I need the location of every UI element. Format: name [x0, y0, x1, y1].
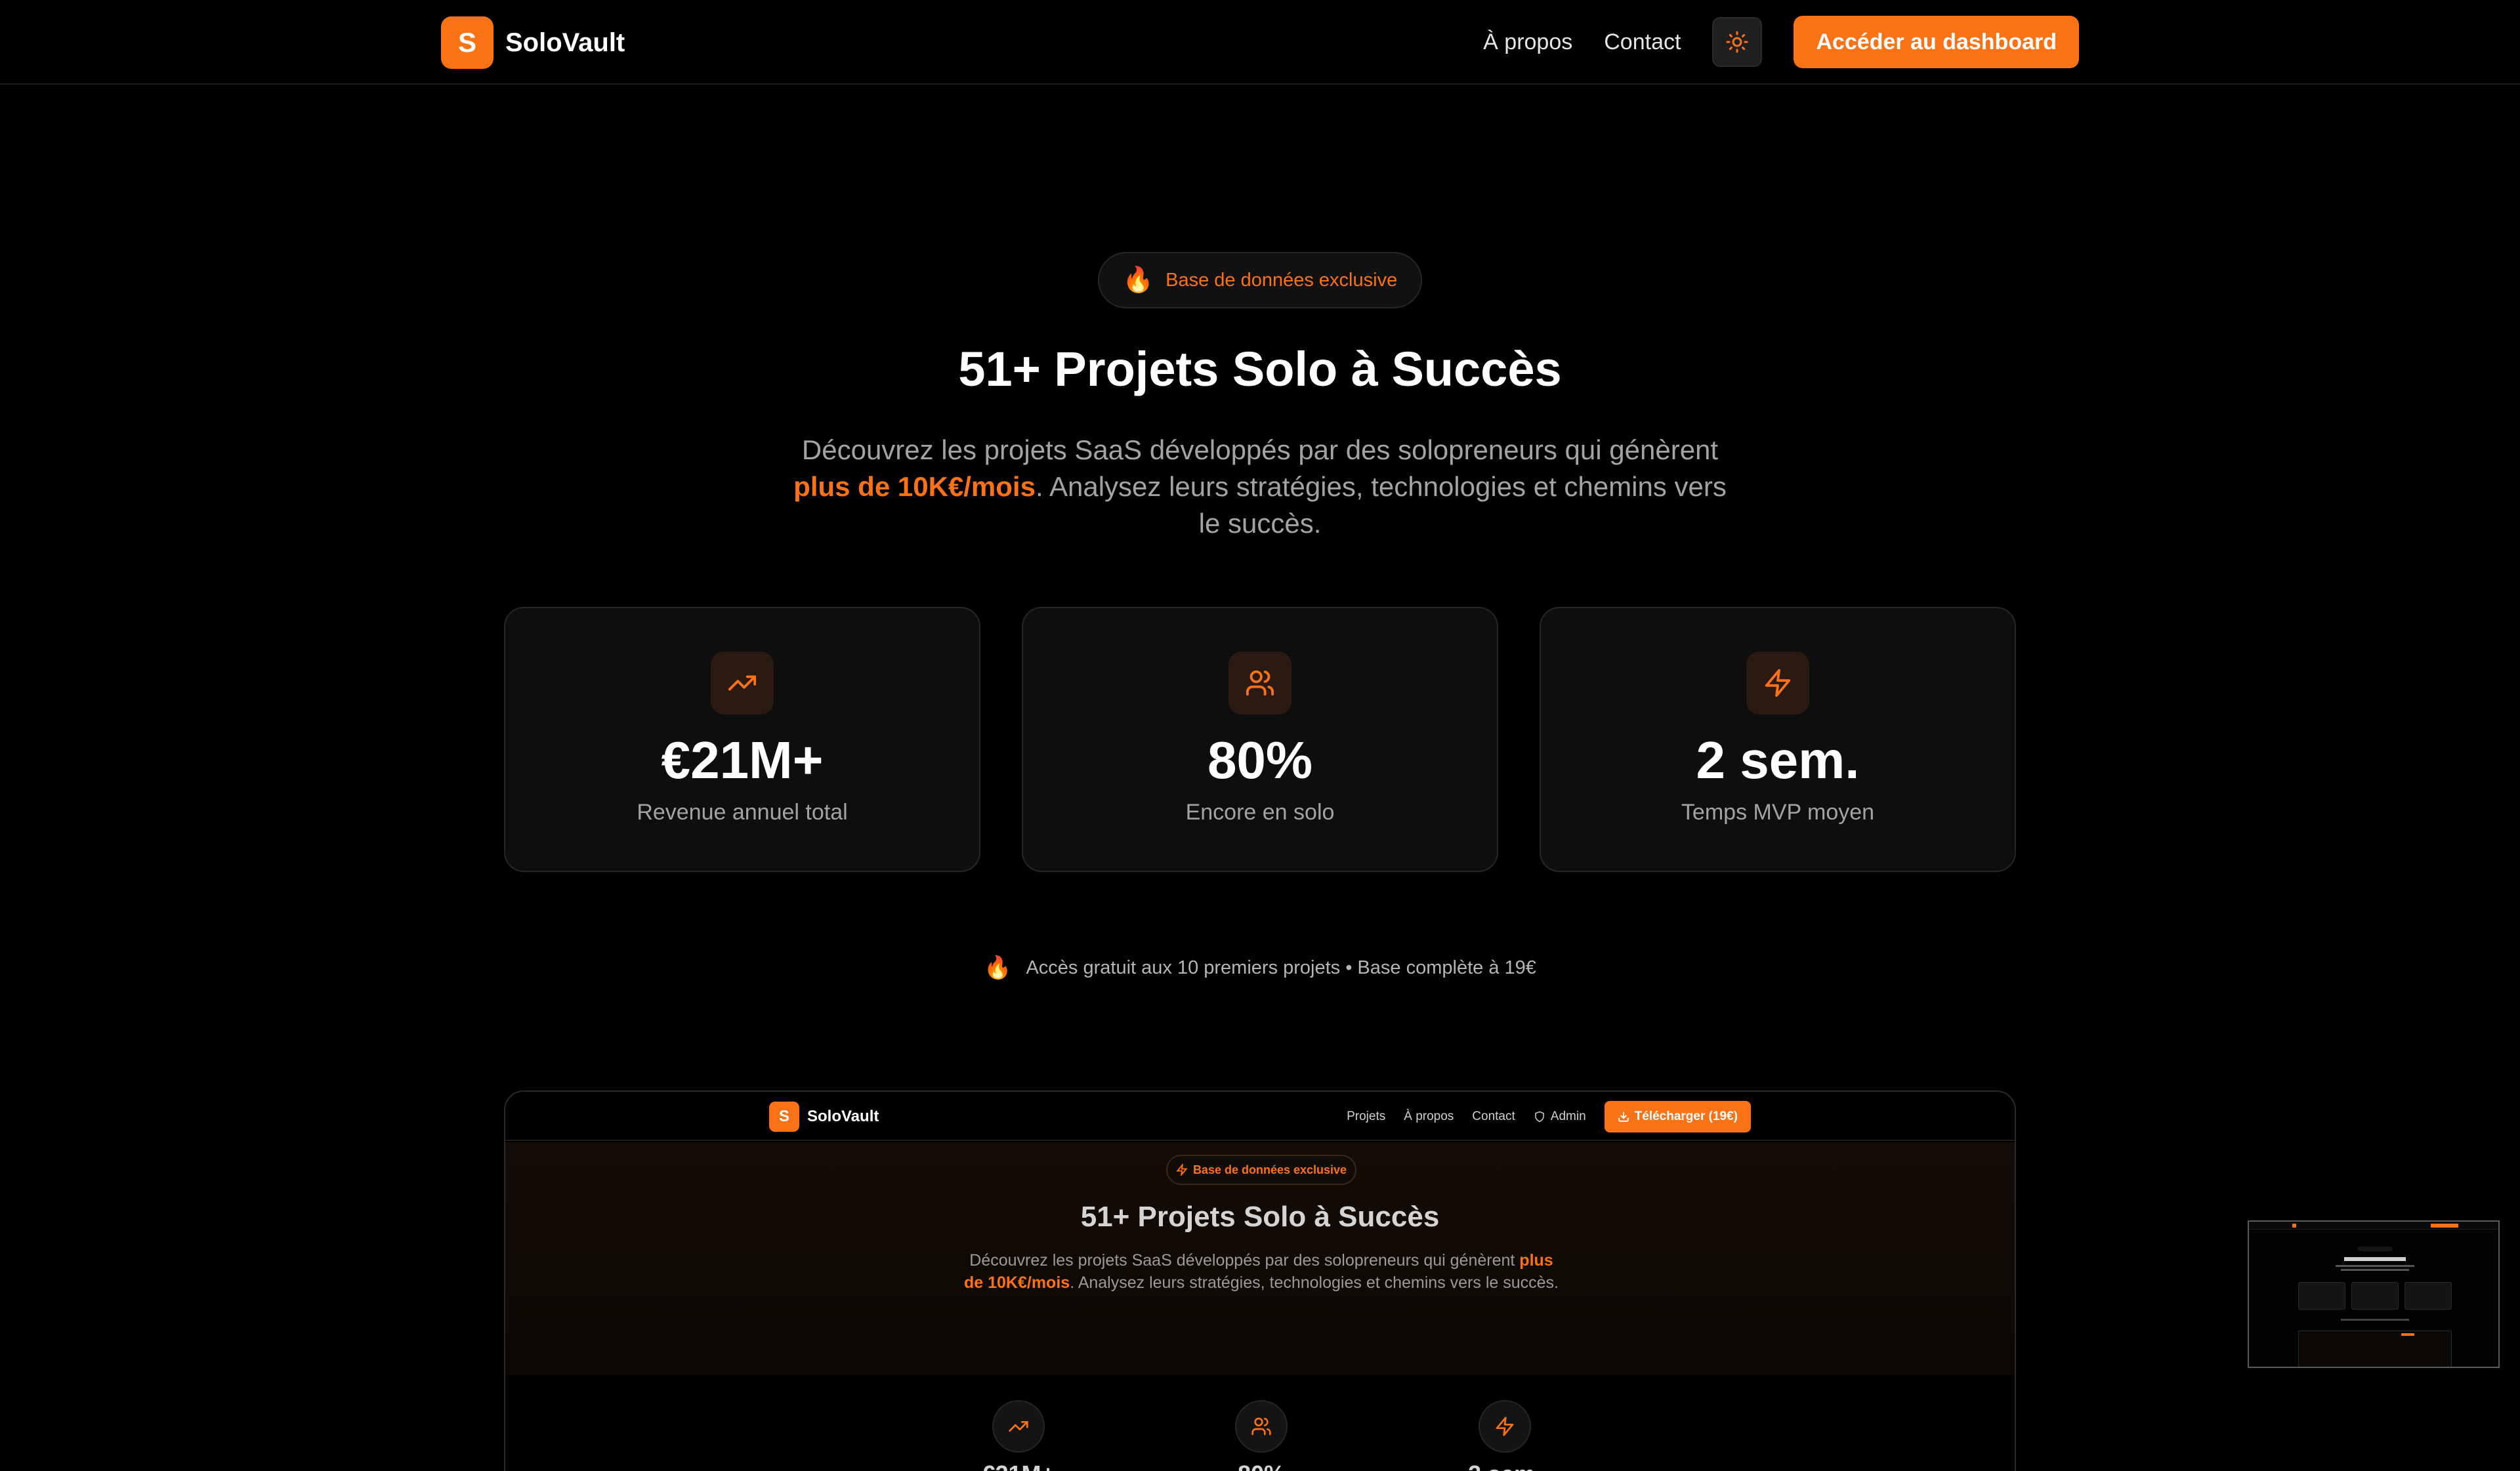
preview-link-projects: Projets [1347, 1109, 1386, 1123]
preview-zap-icon [1479, 1400, 1531, 1453]
stat-value: €21M+ [661, 731, 824, 789]
fire-icon: 🔥 [1122, 266, 1154, 294]
stat-value: 80% [1207, 731, 1313, 789]
exclusive-badge: 🔥 Base de données exclusive [1098, 252, 1422, 308]
preview-admin-label: Admin [1550, 1109, 1586, 1123]
shield-icon [1535, 1111, 1544, 1123]
minimap-card [2351, 1282, 2399, 1310]
preview-subtitle-part: Découvrez les projets SaaS développés pa… [969, 1251, 1520, 1270]
zap-icon [1176, 1164, 1188, 1176]
minimap-cta [2431, 1224, 2458, 1228]
brand-name: SoloVault [505, 28, 625, 57]
preview-link-about: À propos [1404, 1109, 1454, 1123]
download-icon [1618, 1111, 1629, 1122]
preview-brand-name: SoloVault [807, 1108, 879, 1125]
fire-icon: 🔥 [984, 955, 1012, 980]
stats-row: €21M+ Revenue annuel total 80% Encore en… [504, 607, 2016, 872]
minimap-preview-cta [2401, 1333, 2414, 1336]
minimap-subtitle [2341, 1269, 2409, 1271]
preview-stat-value: 80% [1196, 1461, 1327, 1471]
top-nav: S SoloVault À propos Contact Accéder au … [0, 0, 2520, 85]
brand[interactable]: S SoloVault [441, 16, 625, 69]
minimap-logo [2292, 1224, 2296, 1228]
preview-cta-label: Télécharger (19€) [1634, 1109, 1738, 1123]
notice-text: Accès gratuit aux 10 premiers projets • … [1026, 957, 1536, 978]
minimap-nav [2249, 1222, 2498, 1230]
preview-brand: S SoloVault [769, 1102, 879, 1132]
stat-value: 2 sem. [1696, 731, 1860, 789]
hero-title: 51+ Projets Solo à Succès [958, 342, 1562, 396]
nav-link-about[interactable]: À propos [1483, 30, 1572, 55]
preview-link-admin: Admin [1534, 1109, 1586, 1124]
brand-logo: S [441, 16, 494, 69]
hero-subtitle-highlight: plus de 10K€/mois [793, 471, 1036, 502]
sun-icon [1726, 31, 1748, 53]
hero-subtitle: Découvrez les projets SaaS développés pa… [781, 432, 1739, 542]
preview-title: 51+ Projets Solo à Succès [1080, 1201, 1440, 1233]
preview-nav: S SoloVault Projets À propos Contact Adm… [505, 1092, 2015, 1141]
preview-logo: S [769, 1102, 799, 1132]
zap-icon [1746, 652, 1809, 715]
page-minimap[interactable] [2248, 1220, 2500, 1368]
stat-label: Temps MVP moyen [1681, 800, 1875, 825]
stat-label: Revenue annuel total [637, 800, 848, 825]
minimap-preview [2298, 1331, 2452, 1367]
preview-stat-value: 2 sem. [1439, 1461, 1570, 1471]
trending-up-icon [711, 652, 774, 715]
preview-users-icon [1235, 1400, 1288, 1453]
preview-subtitle: Découvrez les projets SaaS développés pa… [962, 1249, 1561, 1294]
hero-subtitle-part: . Analysez leurs stratégies, technologie… [1035, 471, 1727, 539]
preview-stat-value: €21M+ [953, 1461, 1084, 1471]
nav-links: À propos Contact Accéder au dashboard [1483, 14, 2079, 70]
dashboard-button[interactable]: Accéder au dashboard [1794, 16, 2079, 68]
preview-badge-text: Base de données exclusive [1192, 1163, 1347, 1176]
stat-card-solo: 80% Encore en solo [1022, 607, 1498, 872]
landing-page: S SoloVault À propos Contact Accéder au … [0, 0, 2520, 1471]
minimap-card [2298, 1282, 2345, 1310]
minimap-subtitle [2336, 1265, 2414, 1267]
preview-download-button: Télécharger (19€) [1604, 1101, 1751, 1132]
users-icon [1228, 652, 1292, 715]
preview-badge: Base de données exclusive [1166, 1155, 1356, 1185]
preview-link-contact: Contact [1472, 1109, 1515, 1123]
minimap-notice [2341, 1319, 2409, 1321]
preview-trending-up-icon [992, 1400, 1045, 1453]
stat-card-revenue: €21M+ Revenue annuel total [504, 607, 980, 872]
preview-nav-links: Projets À propos Contact Admin Télécharg… [1347, 1101, 1751, 1132]
hero-subtitle-part: Découvrez les projets SaaS développés pa… [801, 434, 1719, 465]
minimap-title [2344, 1257, 2406, 1261]
minimap-card [2404, 1282, 2452, 1310]
stat-label: Encore en solo [1185, 800, 1335, 825]
dashboard-preview: S SoloVault Projets À propos Contact Adm… [504, 1090, 2016, 1471]
badge-text: Base de données exclusive [1166, 269, 1398, 291]
theme-toggle-button[interactable] [1712, 17, 1763, 67]
stat-card-mvp: 2 sem. Temps MVP moyen [1540, 607, 2016, 872]
preview-subtitle-part: . Analysez leurs stratégies, technologie… [1070, 1274, 1559, 1292]
nav-link-contact[interactable]: Contact [1604, 30, 1681, 55]
free-access-notice: 🔥 Accès gratuit aux 10 premiers projets … [0, 957, 2520, 979]
minimap-badge [2357, 1247, 2393, 1251]
